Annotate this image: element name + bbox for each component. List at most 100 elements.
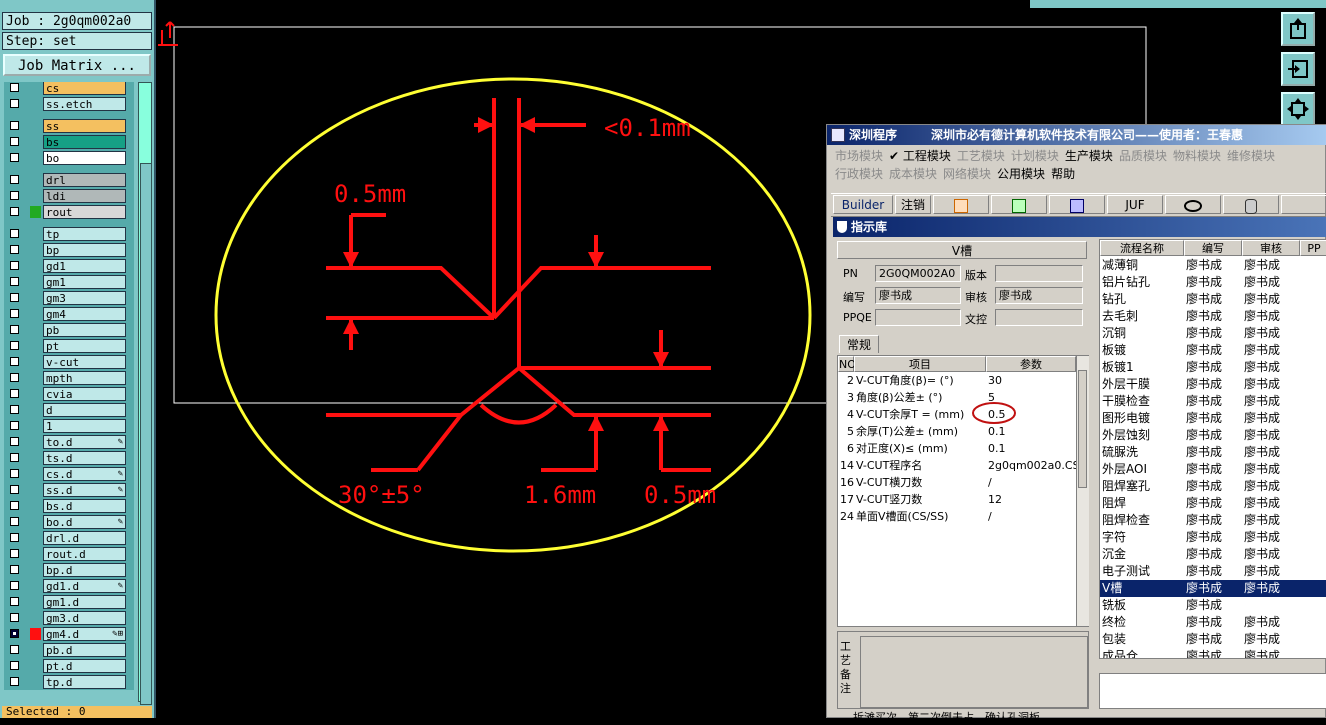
layer-checkbox[interactable]	[10, 517, 19, 526]
juf-button[interactable]: JUF	[1107, 195, 1163, 214]
layer-name[interactable]: ss.d ✎	[43, 483, 126, 497]
flow-row[interactable]: 阻焊 廖书成 廖书成	[1100, 495, 1326, 512]
flow-row[interactable]: 外层AOI 廖书成 廖书成	[1100, 461, 1326, 478]
layer-row[interactable]: tp.d	[4, 674, 134, 690]
menu-item[interactable]: 品质模块	[1119, 149, 1167, 163]
layer-checkbox[interactable]	[10, 153, 19, 162]
flow-row[interactable]: 板镀1 廖书成 廖书成	[1100, 359, 1326, 376]
layer-name[interactable]: drl	[43, 173, 126, 187]
layer-name[interactable]: gm3	[43, 291, 126, 305]
layer-row[interactable]: 1	[4, 418, 134, 434]
layer-checkbox[interactable]	[10, 245, 19, 254]
layer-name[interactable]: ss.etch	[43, 97, 126, 111]
layer-row[interactable]: ss.etch	[4, 96, 134, 112]
import-tool-button[interactable]	[1281, 52, 1315, 86]
scrollbar-thumb[interactable]	[140, 163, 152, 705]
grid-row[interactable]: 4 V-CUT余厚T = (mm) 0.5	[838, 406, 1076, 423]
layer-name[interactable]: gm4	[43, 307, 126, 321]
layer-row[interactable]: rout	[4, 204, 134, 220]
grid-row[interactable]: 2 V-CUT角度(β)= (°) 30	[838, 372, 1076, 389]
logout-button[interactable]: 注销	[895, 195, 931, 214]
layer-row[interactable]: ts.d	[4, 450, 134, 466]
flow-row[interactable]: 终检 廖书成 廖书成	[1100, 614, 1326, 631]
layer-checkbox[interactable]	[10, 309, 19, 318]
layer-checkbox[interactable]	[10, 389, 19, 398]
layer-name[interactable]: cs.d ✎	[43, 467, 126, 481]
flow-row[interactable]: 阻焊塞孔 廖书成 廖书成	[1100, 478, 1326, 495]
builder-button[interactable]: Builder	[833, 195, 893, 214]
layer-checkbox[interactable]	[10, 99, 19, 108]
layer-row[interactable]: ss.d ✎	[4, 482, 134, 498]
layer-checkbox[interactable]	[10, 405, 19, 414]
layer-row[interactable]: cvia	[4, 386, 134, 402]
flow-row[interactable]: 电子测试 廖书成 廖书成	[1100, 563, 1326, 580]
layer-row[interactable]: bs	[4, 134, 134, 150]
layer-name[interactable]: drl.d	[43, 531, 126, 545]
layer-row[interactable]: cs	[4, 82, 134, 96]
layer-row[interactable]: gd1	[4, 258, 134, 274]
layer-checkbox[interactable]	[10, 341, 19, 350]
layer-checkbox[interactable]	[10, 645, 19, 654]
view-button[interactable]	[1165, 195, 1221, 214]
layer-name[interactable]: gm1.d	[43, 595, 126, 609]
layer-checkbox[interactable]	[10, 191, 19, 200]
flow-row[interactable]: 沉金 廖书成 廖书成	[1100, 546, 1326, 563]
layer-checkbox[interactable]	[10, 549, 19, 558]
menu-item[interactable]: 帮助	[1051, 167, 1075, 181]
layer-name[interactable]: v-cut	[43, 355, 126, 369]
remarks-field[interactable]	[860, 636, 1088, 708]
layer-name[interactable]: gm1	[43, 275, 126, 289]
layer-row[interactable]: gm4.d ✎⊞	[4, 626, 134, 642]
flow-row[interactable]: 铣板 廖书成	[1100, 597, 1326, 614]
grid-scrollbar[interactable]	[1076, 356, 1089, 626]
grid-row[interactable]: 3 角度(β)公差± (°) 5	[838, 389, 1076, 406]
grid-row[interactable]: 6 对正度(X)≤ (mm) 0.1	[838, 440, 1076, 457]
layer-row[interactable]: pb.d	[4, 642, 134, 658]
flow-row[interactable]: V槽 廖书成 廖书成	[1100, 580, 1326, 597]
layer-row[interactable]: ss	[4, 118, 134, 134]
scrollbar-thumb[interactable]	[1078, 370, 1087, 488]
layer-checkbox[interactable]	[10, 485, 19, 494]
layer-name[interactable]: cvia	[43, 387, 126, 401]
layer-checkbox[interactable]	[10, 565, 19, 574]
menu-item[interactable]: 行政模块	[835, 167, 883, 181]
menu-item[interactable]: 工艺模块	[957, 149, 1005, 163]
layer-checkbox[interactable]	[10, 293, 19, 302]
layer-name[interactable]: pb.d	[43, 643, 126, 657]
layer-checkbox[interactable]	[10, 261, 19, 270]
layer-checkbox[interactable]	[10, 373, 19, 382]
flow-row[interactable]: 板镀 廖书成 廖书成	[1100, 342, 1326, 359]
zoom-fit-tool-button[interactable]	[1281, 92, 1315, 126]
database-button[interactable]	[1223, 195, 1279, 214]
layer-row[interactable]: gm3.d	[4, 610, 134, 626]
layer-checkbox[interactable]	[10, 453, 19, 462]
layer-name[interactable]: rout	[43, 205, 126, 219]
layer-name[interactable]: bs	[43, 135, 126, 149]
more-button[interactable]	[1281, 195, 1326, 214]
layer-row[interactable]: pt	[4, 338, 134, 354]
layer-row[interactable]: bp	[4, 242, 134, 258]
layer-row[interactable]: bp.d	[4, 562, 134, 578]
layer-row[interactable]: tp	[4, 226, 134, 242]
layer-scrollbar[interactable]	[138, 82, 152, 705]
flow-row[interactable]: 阻焊检查 廖书成 廖书成	[1100, 512, 1326, 529]
layer-name[interactable]: bp.d	[43, 563, 126, 577]
layer-name[interactable]: cs	[43, 82, 126, 95]
menu-item[interactable]: 维修模块	[1227, 149, 1275, 163]
flow-note-field[interactable]	[1099, 673, 1326, 709]
layer-name[interactable]: bs.d	[43, 499, 126, 513]
menu-item[interactable]: 生产模块	[1065, 149, 1113, 163]
export-tool-button[interactable]	[1281, 12, 1315, 46]
layer-row[interactable]: bo	[4, 150, 134, 166]
layer-name[interactable]: d	[43, 403, 126, 417]
layer-name[interactable]: pt	[43, 339, 126, 353]
layer-checkbox[interactable]	[10, 597, 19, 606]
grid-row[interactable]: 14 V-CUT程序名 2g0qm002a0.CSV	[838, 457, 1087, 474]
layer-name[interactable]: tp.d	[43, 675, 126, 689]
layer-row[interactable]: bs.d	[4, 498, 134, 514]
flow-row[interactable]: 图形电镀 廖书成 廖书成	[1100, 410, 1326, 427]
layer-checkbox[interactable]	[10, 137, 19, 146]
layer-row[interactable]: v-cut	[4, 354, 134, 370]
layer-name[interactable]: gd1	[43, 259, 126, 273]
menu-item[interactable]: 网络模块	[943, 167, 991, 181]
